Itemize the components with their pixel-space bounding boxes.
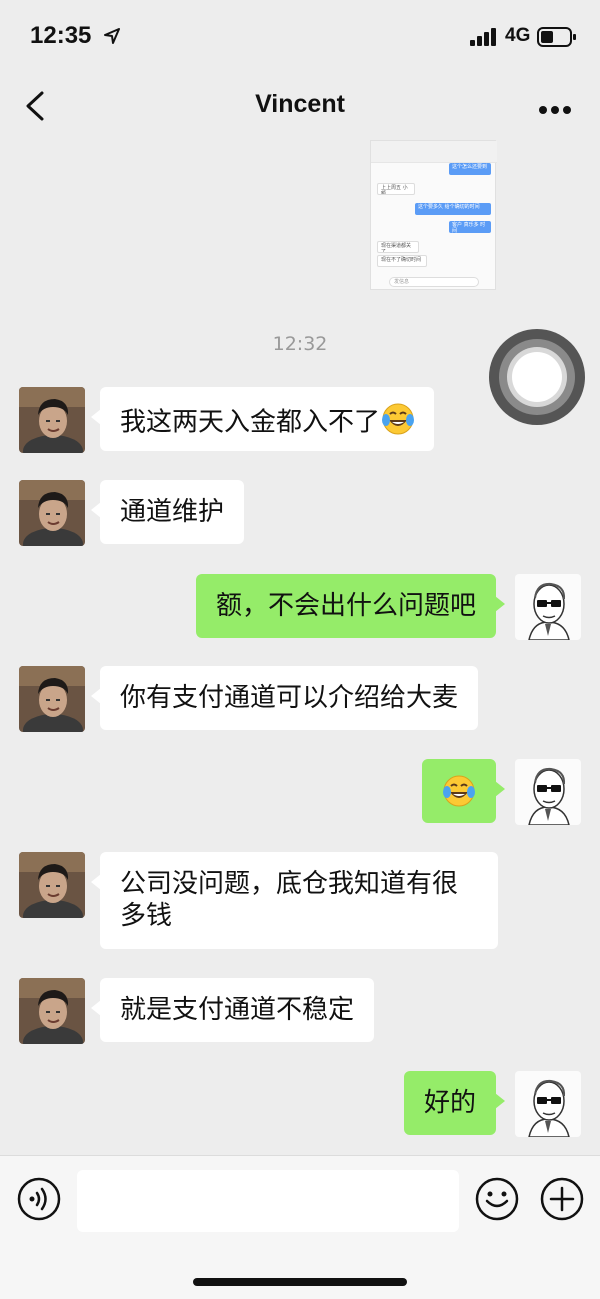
- contact-avatar[interactable]: [19, 978, 85, 1044]
- thumb-message: 这个要多久 给个确切的时间: [415, 203, 491, 215]
- thumb-input: 发信息: [389, 277, 479, 287]
- add-attachment-icon[interactable]: [540, 1177, 584, 1225]
- incoming-message-bubble[interactable]: 你有支付通道可以介绍给大麦: [90, 666, 479, 730]
- image-message-thumbnail[interactable]: 这个怎么还要到 上上周五 小额 这个要多久 给个确切的时间 客户 真乐多 时间 …: [370, 140, 497, 290]
- location-arrow-icon: [104, 28, 120, 48]
- message-text: 你有支付通道可以介绍给大麦: [120, 683, 459, 713]
- contact-avatar[interactable]: [19, 387, 85, 453]
- incoming-message-bubble[interactable]: 就是支付通道不稳定: [90, 978, 375, 1042]
- signal-strength-icon: [470, 28, 498, 50]
- tears-of-joy-emoji-icon: [442, 775, 476, 814]
- battery-icon: [537, 27, 577, 51]
- thumb-message: 现在不了确切时间: [377, 255, 427, 267]
- status-time: 12:35: [30, 22, 92, 49]
- thumb-message: 这个怎么还要到: [449, 163, 491, 175]
- message-text: 额，不会出什么问题吧: [215, 591, 476, 621]
- incoming-message-bubble[interactable]: 我这两天入金都入不了: [90, 387, 435, 451]
- message-text: 我这两天入金都入不了: [120, 407, 381, 438]
- laughing-crying-emoji-icon: [381, 403, 416, 443]
- chat-header: Vincent: [0, 72, 600, 140]
- message-text-input[interactable]: [77, 1170, 459, 1232]
- network-type: 4G: [505, 25, 531, 46]
- thumb-message: 上上周五 小额: [377, 183, 415, 195]
- incoming-message-bubble[interactable]: 通道维护: [90, 480, 245, 544]
- thumb-message: 现在渠道都关了: [377, 241, 419, 253]
- message-text: 通道维护: [120, 497, 225, 527]
- emoji-icon[interactable]: [475, 1177, 519, 1225]
- voice-input-icon[interactable]: [17, 1177, 61, 1225]
- assistive-touch-button[interactable]: [489, 329, 585, 425]
- contact-avatar[interactable]: [19, 852, 85, 918]
- message-input-bar: [0, 1155, 600, 1299]
- chat-title: Vincent: [255, 90, 345, 118]
- outgoing-message-bubble[interactable]: 好的: [403, 1071, 506, 1135]
- status-bar: 12:35 4G: [0, 0, 600, 72]
- message-text: 好的: [423, 1088, 476, 1118]
- message-text: 公司没问题，底仓我知道有很多钱: [120, 869, 459, 931]
- home-indicator[interactable]: [193, 1278, 407, 1286]
- more-options-icon[interactable]: [538, 100, 572, 119]
- my-avatar[interactable]: [515, 574, 581, 640]
- outgoing-message-bubble[interactable]: [422, 759, 505, 823]
- contact-avatar[interactable]: [19, 480, 85, 546]
- message-text: 就是支付通道不稳定: [120, 995, 355, 1025]
- outgoing-message-bubble[interactable]: 额，不会出什么问题吧: [195, 574, 506, 638]
- my-avatar[interactable]: [515, 1071, 581, 1137]
- thumb-message: 客户 真乐多 时间: [449, 221, 491, 233]
- thumb-header: [371, 141, 497, 163]
- contact-avatar[interactable]: [19, 666, 85, 732]
- incoming-message-bubble[interactable]: 公司没问题，底仓我知道有很多钱: [91, 852, 498, 949]
- my-avatar[interactable]: [515, 759, 581, 825]
